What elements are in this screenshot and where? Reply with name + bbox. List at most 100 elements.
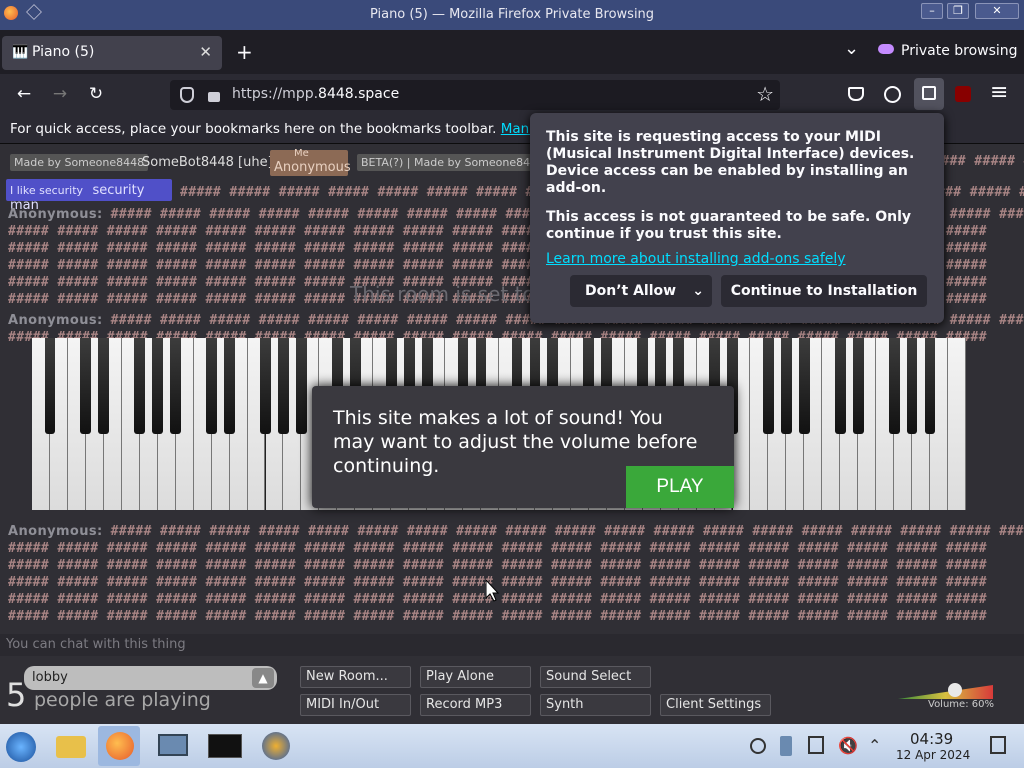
chevron-down-icon[interactable]: ⌄ bbox=[692, 275, 704, 307]
play-alone-button[interactable]: Play Alone bbox=[420, 666, 531, 688]
sound-select-button[interactable]: Sound Select bbox=[540, 666, 651, 688]
settings-icon[interactable] bbox=[256, 726, 298, 766]
black-key[interactable] bbox=[170, 338, 182, 434]
black-key[interactable] bbox=[798, 338, 810, 434]
terminal-icon[interactable] bbox=[204, 726, 246, 766]
black-key[interactable] bbox=[224, 338, 235, 434]
black-key[interactable] bbox=[278, 338, 289, 434]
synth-button[interactable]: Synth bbox=[540, 694, 651, 716]
reload-button[interactable]: ↻ bbox=[84, 84, 108, 104]
back-button[interactable]: ← bbox=[12, 84, 36, 104]
black-key[interactable] bbox=[98, 338, 110, 434]
start-button[interactable] bbox=[0, 726, 42, 766]
white-key[interactable] bbox=[948, 338, 966, 510]
play-button[interactable]: PLAY bbox=[626, 466, 734, 508]
user-tag-security[interactable]: I like security security man bbox=[6, 179, 172, 213]
learn-more-link[interactable]: Learn more about installing add-ons safe… bbox=[546, 251, 846, 267]
firefox-taskbar-icon[interactable] bbox=[98, 726, 140, 766]
tab-piano[interactable]: 🎹 Piano (5) ✕ bbox=[2, 36, 222, 70]
black-key[interactable] bbox=[924, 338, 936, 434]
midi-in-out-button[interactable]: MIDI In/Out bbox=[300, 694, 411, 716]
mouse-cursor-icon bbox=[486, 580, 500, 602]
list-all-tabs-button[interactable]: ⌄ bbox=[844, 38, 859, 59]
account-icon[interactable] bbox=[884, 86, 901, 103]
midi-warning-text: This access is not guaranteed to be safe… bbox=[546, 209, 912, 242]
chevron-up-icon[interactable]: ▲ bbox=[252, 668, 274, 688]
continue-installation-button[interactable]: Continue to Installation bbox=[721, 275, 927, 307]
user-self-name: Anonymous bbox=[274, 160, 351, 175]
chat-input[interactable]: You can chat with this thing bbox=[0, 634, 1024, 656]
show-desktop-icon[interactable] bbox=[990, 736, 1006, 754]
chat-message: Anonymous: ##### ##### ##### ##### ##### … bbox=[8, 524, 1024, 539]
notes-icon[interactable] bbox=[808, 736, 824, 754]
black-key[interactable] bbox=[80, 338, 92, 434]
new-room-button[interactable]: New Room... bbox=[300, 666, 411, 688]
url-bar[interactable]: https://mpp.8448.space ☆ bbox=[170, 80, 780, 110]
black-key[interactable] bbox=[44, 338, 56, 434]
chevron-up-icon[interactable]: ⌃ bbox=[868, 736, 881, 755]
folder-icon[interactable] bbox=[50, 726, 92, 766]
black-key[interactable] bbox=[906, 338, 918, 434]
room-name: lobby bbox=[32, 670, 68, 685]
ublock-icon[interactable] bbox=[955, 86, 971, 102]
pocket-icon[interactable] bbox=[848, 87, 864, 101]
volume-label: Volume: 60% bbox=[928, 699, 994, 710]
chat-placeholder: You can chat with this thing bbox=[6, 637, 186, 652]
room-select[interactable]: lobby ▲ bbox=[24, 666, 277, 690]
user-tag: Made by Someone8448 bbox=[10, 154, 149, 171]
shield-icon[interactable] bbox=[180, 87, 194, 103]
people-text: people are playing bbox=[34, 689, 211, 711]
window-titlebar: Piano (5) — Mozilla Firefox Private Brow… bbox=[0, 0, 1024, 30]
people-count: 5 bbox=[6, 676, 27, 714]
black-key[interactable] bbox=[260, 338, 271, 434]
black-key[interactable] bbox=[206, 338, 217, 434]
monitor-icon[interactable] bbox=[152, 726, 194, 766]
black-key[interactable] bbox=[296, 338, 307, 434]
user-name[interactable]: SomeBot8448 [uhe] bbox=[142, 155, 273, 170]
close-tab-icon[interactable]: ✕ bbox=[199, 43, 212, 61]
volume-knob[interactable] bbox=[948, 683, 962, 697]
clock-time[interactable]: 04:39 bbox=[910, 730, 953, 748]
me-label: Me bbox=[294, 148, 309, 159]
extensions-button[interactable] bbox=[914, 78, 944, 110]
black-key[interactable] bbox=[152, 338, 164, 434]
black-key[interactable] bbox=[763, 338, 774, 434]
bookmark-star-icon[interactable]: ☆ bbox=[756, 82, 774, 106]
user-tag-label: I like security bbox=[10, 184, 84, 197]
private-browsing-label: Private browsing bbox=[901, 43, 1018, 59]
network-icon[interactable] bbox=[750, 738, 766, 754]
private-mask-icon bbox=[878, 44, 894, 54]
menu-button[interactable]: ≡ bbox=[990, 80, 1008, 105]
chat-hash-row: ##### ##### ##### ##### ##### ##### ####… bbox=[8, 609, 987, 624]
black-key[interactable] bbox=[834, 338, 846, 434]
forward-button[interactable]: → bbox=[48, 84, 72, 104]
minimize-button[interactable]: – bbox=[921, 3, 943, 19]
midi-permission-popup: This site is requesting access to your M… bbox=[530, 113, 944, 323]
url-text[interactable]: https://mpp.8448.space bbox=[232, 86, 399, 102]
maximize-button[interactable]: ❐ bbox=[947, 3, 969, 19]
volume-wedge bbox=[898, 685, 993, 699]
record-mp3-button[interactable]: Record MP3 bbox=[420, 694, 531, 716]
client-settings-button[interactable]: Client Settings bbox=[660, 694, 771, 716]
chat-hash-row: ##### ##### ##### ##### ##### ##### ####… bbox=[8, 558, 987, 573]
sound-warning-modal: This site makes a lot of sound! You may … bbox=[312, 386, 734, 508]
dont-allow-button[interactable]: Don’t Allow ⌄ bbox=[570, 275, 712, 307]
mute-icon[interactable]: 🔇 bbox=[838, 736, 858, 755]
new-tab-button[interactable]: + bbox=[236, 40, 253, 64]
clipboard-icon[interactable] bbox=[780, 736, 792, 756]
tab-strip: 🎹 Piano (5) ✕ + ⌄ Private browsing bbox=[0, 30, 1024, 74]
black-key[interactable] bbox=[888, 338, 900, 434]
clock-date[interactable]: 12 Apr 2024 bbox=[896, 748, 970, 762]
user-tag: BETA(?) | Made by Someone8448 bbox=[357, 154, 549, 171]
volume-slider[interactable] bbox=[898, 683, 993, 699]
midi-request-text: This site is requesting access to your M… bbox=[546, 129, 915, 196]
close-window-button[interactable]: ✕ bbox=[975, 3, 1019, 19]
user-self[interactable]: Me Anonymous bbox=[270, 148, 351, 176]
black-key[interactable] bbox=[852, 338, 864, 434]
chat-hash-row: ##### ##### ##### ##### ##### ##### ####… bbox=[8, 541, 987, 556]
black-key[interactable] bbox=[134, 338, 146, 434]
taskbar: 🔇 ⌃ 04:39 12 Apr 2024 bbox=[0, 724, 1024, 768]
lock-icon[interactable] bbox=[208, 92, 220, 102]
black-key[interactable] bbox=[780, 338, 792, 434]
room-notice: This room is set to bbox=[350, 282, 535, 306]
